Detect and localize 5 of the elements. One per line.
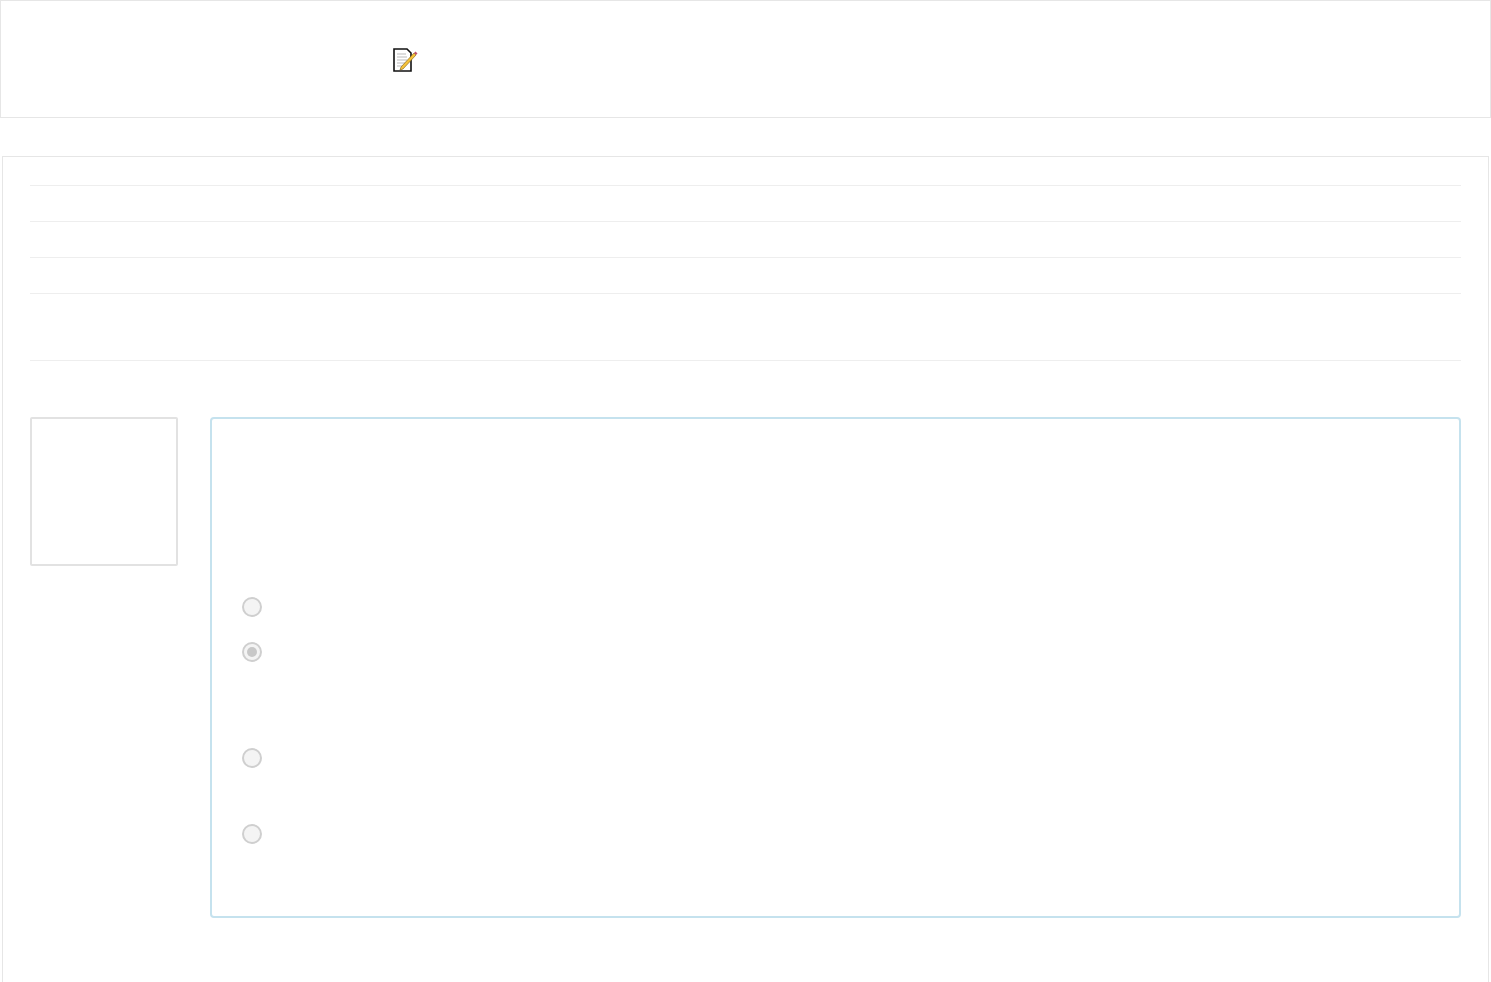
radio-button[interactable] [242, 748, 262, 768]
notepad-pencil-icon[interactable] [392, 47, 418, 73]
radio-button[interactable] [242, 824, 262, 844]
radio-button[interactable] [242, 597, 262, 617]
radio-button[interactable] [242, 642, 262, 662]
